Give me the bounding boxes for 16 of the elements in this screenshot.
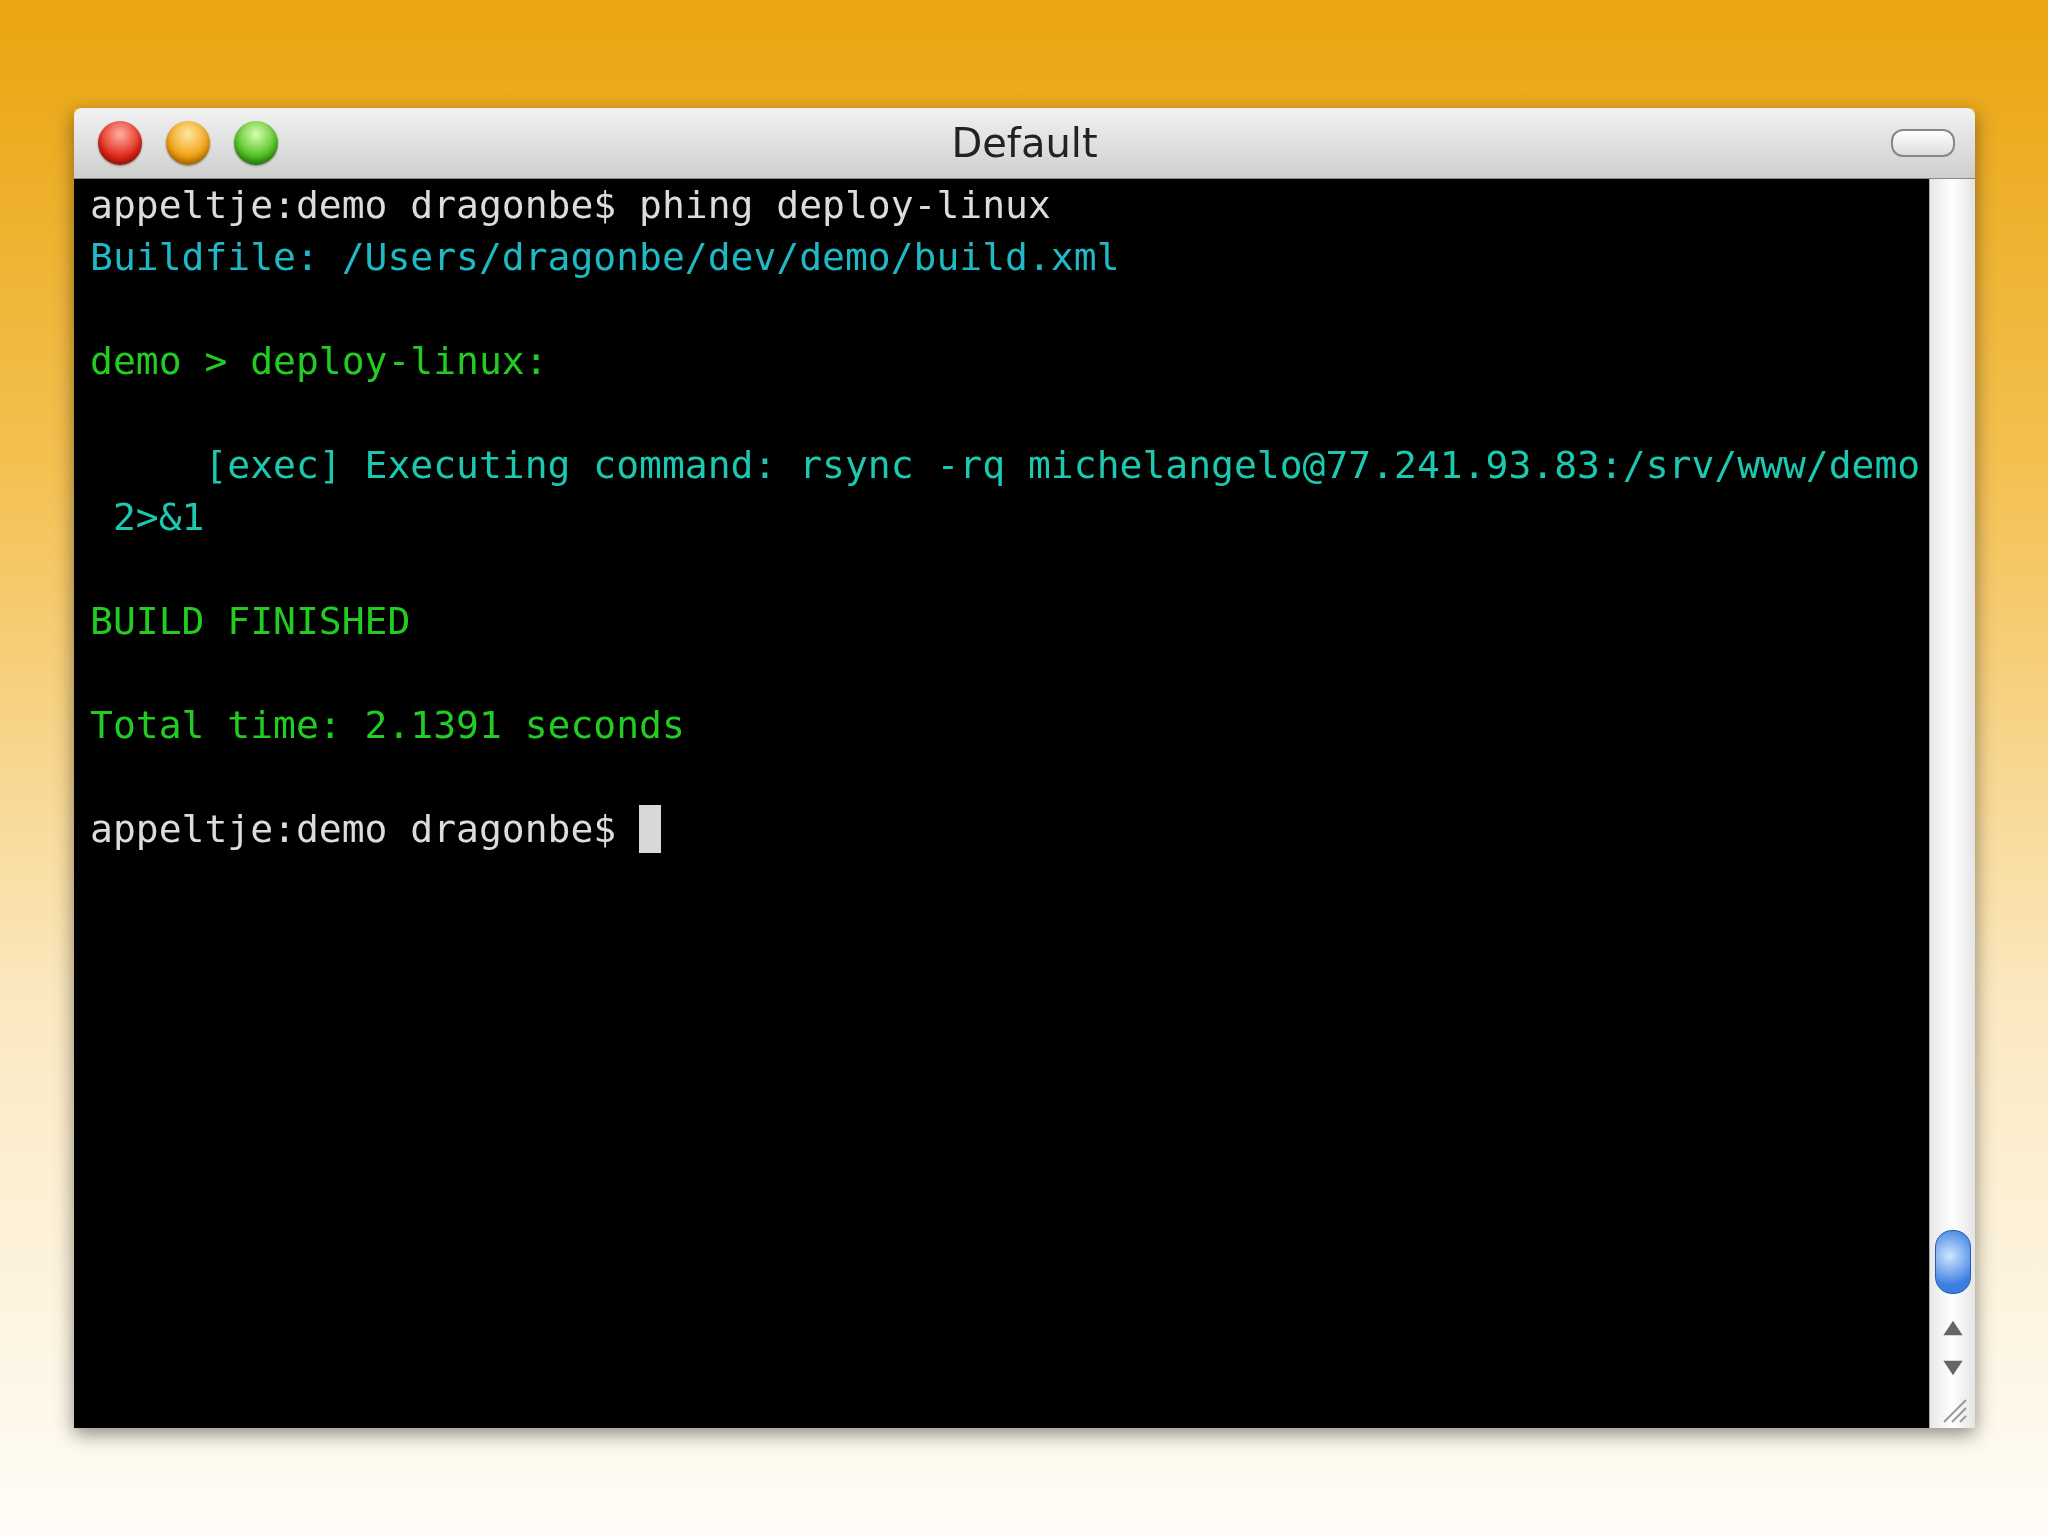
terminal-line: Buildfile: /Users/dragonbe/dev/demo/build.xml bbox=[90, 234, 1120, 281]
terminal-line: 2>&1 bbox=[111, 494, 205, 541]
terminal-line: [exec] Executing command: rsync -rq michelangelo@77.241.93.83:/srv/www/demo bbox=[203, 442, 1921, 489]
toolbar-toggle-button[interactable] bbox=[1891, 129, 1955, 157]
window-title: Default bbox=[951, 120, 1098, 166]
terminal-prompt: appeltje:demo dragonbe$ bbox=[90, 806, 618, 853]
scrollbar[interactable] bbox=[1929, 179, 1975, 1428]
scroll-thumb[interactable] bbox=[1934, 1230, 1971, 1294]
terminal-line: Total time: 2.1391 seconds bbox=[90, 702, 685, 749]
minimize-button[interactable] bbox=[166, 121, 210, 165]
terminal-line: demo > deploy-linux: bbox=[90, 338, 548, 385]
zoom-button[interactable] bbox=[234, 121, 278, 165]
text-cursor bbox=[639, 805, 662, 853]
close-button[interactable] bbox=[98, 121, 142, 165]
terminal-line: appeltje:demo dragonbe$ phing deploy-linux bbox=[90, 182, 1051, 229]
terminal-line: BUILD FINISHED bbox=[90, 598, 411, 645]
